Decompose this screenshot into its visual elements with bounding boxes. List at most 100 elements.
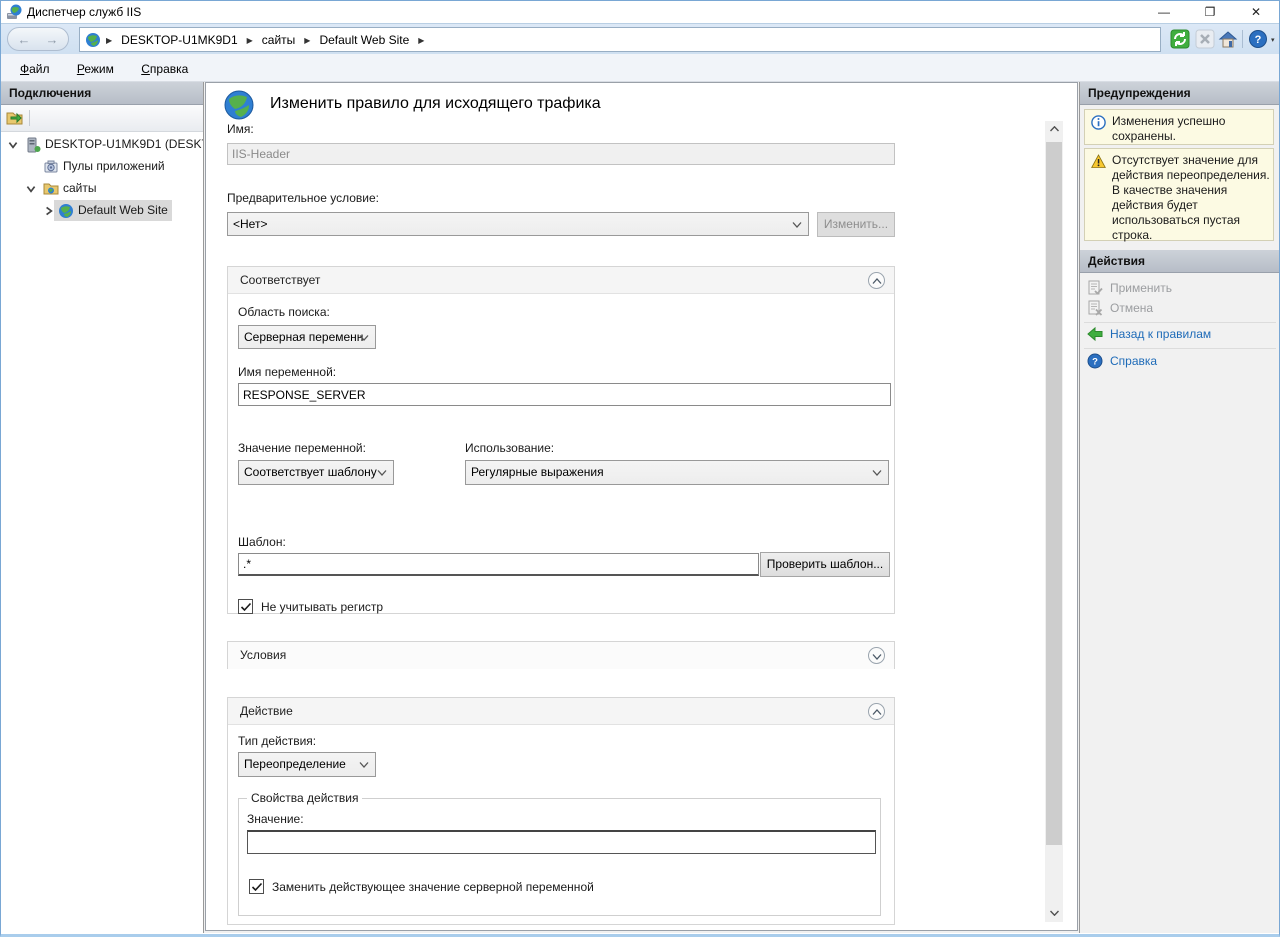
help-icon[interactable]: ? [1247,29,1269,49]
home-icon[interactable] [1217,29,1239,49]
create-connection-icon[interactable] [6,109,24,127]
pattern-input[interactable] [238,553,759,576]
back-icon[interactable]: ← [11,31,37,49]
chevron-down-icon [872,653,882,660]
conditions-section-header: Условия [228,642,894,669]
help-label[interactable]: Справка [1110,354,1157,368]
chevron-right-icon[interactable] [43,205,55,217]
menu-bar: Файл Режим Справка [1,54,1279,82]
toolbar-divider [29,110,30,126]
restore-button[interactable]: ❐ [1193,1,1227,23]
match-section-header: Соответствует [228,267,894,294]
action-properties-legend: Свойства действия [247,791,362,805]
back-to-rules-action[interactable]: Назад к правилам [1084,325,1278,345]
connections-header: Подключения [1,82,203,105]
scroll-down-icon[interactable] [1045,905,1063,922]
menu-file[interactable]: Файл [15,60,55,78]
alert-text: Отсутствует значение для действия переоп… [1112,153,1270,243]
scope-select[interactable]: Серверная переменн [238,325,376,349]
tree-item-app-pools[interactable]: Пулы приложений [1,156,203,178]
toolbar-divider [1242,30,1243,48]
name-input [227,143,895,165]
alert-info: Изменения успешно сохранены. [1084,109,1274,145]
ignore-case-label[interactable]: Не учитывать регистр [261,600,383,614]
action-type-select[interactable]: Переопределение [238,752,376,777]
navigation-buttons: ← → [7,27,69,51]
chevron-down-icon [792,221,802,229]
svg-text:?: ? [1092,357,1098,368]
test-pattern-button[interactable]: Проверить шаблон... [760,552,890,577]
menu-help[interactable]: Справка [136,60,193,78]
using-value: Регулярные выражения [471,465,604,479]
tree-item-label: DESKTOP-U1MK9D1 (DESKTOI [45,137,203,151]
chevron-down-icon [359,334,369,342]
alert-text: Изменения успешно сохранены. [1112,114,1270,144]
action-type-label: Тип действия: [238,734,316,748]
help-action[interactable]: ? Справка [1084,352,1278,372]
operation-select[interactable]: Соответствует шаблону [238,460,394,485]
breadcrumb[interactable]: ▶ DESKTOP-U1MK9D1 ▶ сайты ▶ Default Web … [79,27,1161,52]
ignore-case-checkbox[interactable] [238,599,253,614]
variable-name-input[interactable] [238,383,891,406]
scroll-up-icon[interactable] [1045,121,1063,138]
value-input[interactable] [247,830,876,854]
precondition-value: <Нет> [233,217,267,231]
chevron-down-icon [377,469,387,477]
site-globe-icon [58,203,74,219]
back-to-rules-label[interactable]: Назад к правилам [1110,327,1211,341]
app-window: Диспетчер служб IIS ― ❐ ✕ ← → ▶ DESKTOP-… [0,0,1280,937]
svg-text:?: ? [1255,34,1262,46]
tree-item-sites[interactable]: сайты [1,178,203,200]
breadcrumb-arrow-icon: ▶ [418,28,424,53]
info-icon [1091,115,1106,130]
chevron-down-icon[interactable] [25,183,37,195]
divider [1084,348,1276,349]
breadcrumb-server[interactable]: DESKTOP-U1MK9D1 [121,28,237,53]
name-label: Имя: [227,122,254,136]
tree-item-default-web-site[interactable]: Default Web Site [1,200,203,222]
collapse-section-button[interactable] [868,703,885,720]
action-section: Действие Тип действия: Переопределение С… [227,697,895,925]
replace-value-checkbox[interactable] [249,879,264,894]
cancel-icon [1087,300,1103,316]
chevron-down-icon[interactable] [7,139,19,151]
warning-icon [1091,154,1106,169]
forward-icon[interactable]: → [39,31,65,49]
chevron-down-icon [359,761,369,769]
connections-toolbar [1,105,203,132]
menu-view[interactable]: Режим [72,60,119,78]
app-pools-icon [43,159,59,175]
conditions-section: Условия [227,641,895,669]
using-select[interactable]: Регулярные выражения [465,460,889,485]
minimize-button[interactable]: ― [1147,1,1181,23]
actions-header: Действия [1080,250,1280,273]
scrollbar-thumb[interactable] [1046,142,1062,845]
breadcrumb-site[interactable]: Default Web Site [319,28,409,53]
tree-item-server[interactable]: DESKTOP-U1MK9D1 (DESKTOI [1,134,203,156]
collapse-section-button[interactable] [868,272,885,289]
refresh-icon[interactable] [1169,29,1191,49]
address-bar: ← → ▶ DESKTOP-U1MK9D1 ▶ сайты ▶ Default … [1,23,1279,54]
replace-value-label[interactable]: Заменить действующее значение серверной … [272,880,594,894]
main-content: Изменить правило для исходящего трафика … [205,82,1078,931]
feature-globe-icon [223,89,255,121]
scope-label: Область поиска: [238,305,330,319]
operation-value: Соответствует шаблону [244,465,377,479]
apply-action: Применить [1084,279,1278,299]
cancel-action: Отмена [1084,299,1278,319]
breadcrumb-sites[interactable]: сайты [262,28,296,53]
help-dropdown-icon[interactable]: ▾ [1271,36,1275,44]
check-icon [240,602,252,612]
page-title: Изменить правило для исходящего трафика [270,95,601,113]
sites-folder-icon [43,181,59,197]
vertical-scrollbar[interactable] [1045,121,1063,922]
apply-label: Применить [1110,281,1172,295]
chevron-down-icon [872,469,882,477]
precondition-select[interactable]: <Нет> [227,212,809,236]
back-arrow-icon [1087,326,1103,342]
tree-item-label: сайты [63,181,201,195]
close-button[interactable]: ✕ [1239,1,1273,23]
scope-value: Серверная переменн [244,330,363,344]
action-section-header: Действие [228,698,894,725]
expand-section-button[interactable] [868,647,885,664]
